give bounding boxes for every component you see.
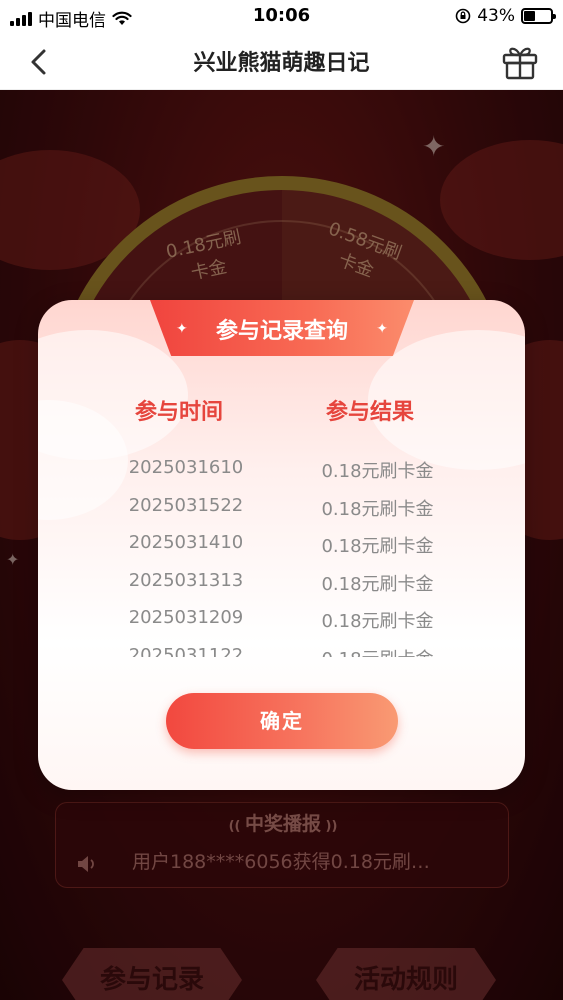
modal-title: 参与记录查询 [215, 319, 348, 344]
record-time: 2025031122 [128, 644, 244, 658]
battery-percent: 43% [477, 6, 515, 26]
record-result: 0.18元刷卡金 [321, 461, 434, 482]
battery-icon [521, 8, 556, 24]
gift-icon[interactable] [499, 40, 541, 82]
record-time: 2025031610 [128, 457, 244, 478]
record-row: 2025031410 0.18元刷卡金 [38, 527, 525, 565]
record-time: 2025031410 [128, 532, 244, 553]
record-result: 0.18元刷卡金 [321, 498, 434, 520]
record-result: 0.18元刷卡金 [321, 611, 434, 632]
record-result: 0.18元刷卡金 [321, 536, 434, 557]
record-row: 2025031122 0.18元刷卡金 [38, 640, 525, 658]
record-time: 2025031522 [128, 494, 244, 516]
record-result: 0.18元刷卡金 [310, 645, 445, 658]
confirm-button[interactable]: 确定 [166, 693, 398, 749]
records-list[interactable]: 2025031610 0.18元刷卡金 2025031522 0.18元刷卡金 2025… [38, 452, 525, 657]
record-row: 2025031313 0.18元刷卡金 [38, 565, 525, 603]
status-bar: 中国电信 10:06 43% [0, 0, 563, 32]
record-time: 2025031209 [128, 607, 244, 628]
sparkle-icon: ✦ [376, 321, 388, 337]
status-right: 43% [455, 6, 556, 26]
page-title: 兴业熊猫萌趣日记 [193, 51, 370, 76]
records-modal: ✦ 参与记录查询 ✦ 参与时间 参与结果 2025031610 0.18元刷卡金 2… [38, 300, 525, 790]
modal-title-banner: ✦ 参与记录查询 ✦ [150, 300, 414, 356]
column-header-time: 参与时间 [135, 400, 224, 425]
record-time: 2025031313 [128, 569, 244, 591]
column-header-result: 参与结果 [326, 400, 415, 425]
nav-bar: 兴业熊猫萌趣日记 [0, 32, 563, 90]
record-row: 2025031522 0.18元刷卡金 [38, 490, 525, 528]
record-result: 0.18元刷卡金 [321, 573, 434, 595]
orientation-lock-icon [455, 8, 471, 24]
record-row: 2025031209 0.18元刷卡金 [38, 602, 525, 640]
record-row: 2025031610 0.18元刷卡金 [38, 452, 525, 490]
